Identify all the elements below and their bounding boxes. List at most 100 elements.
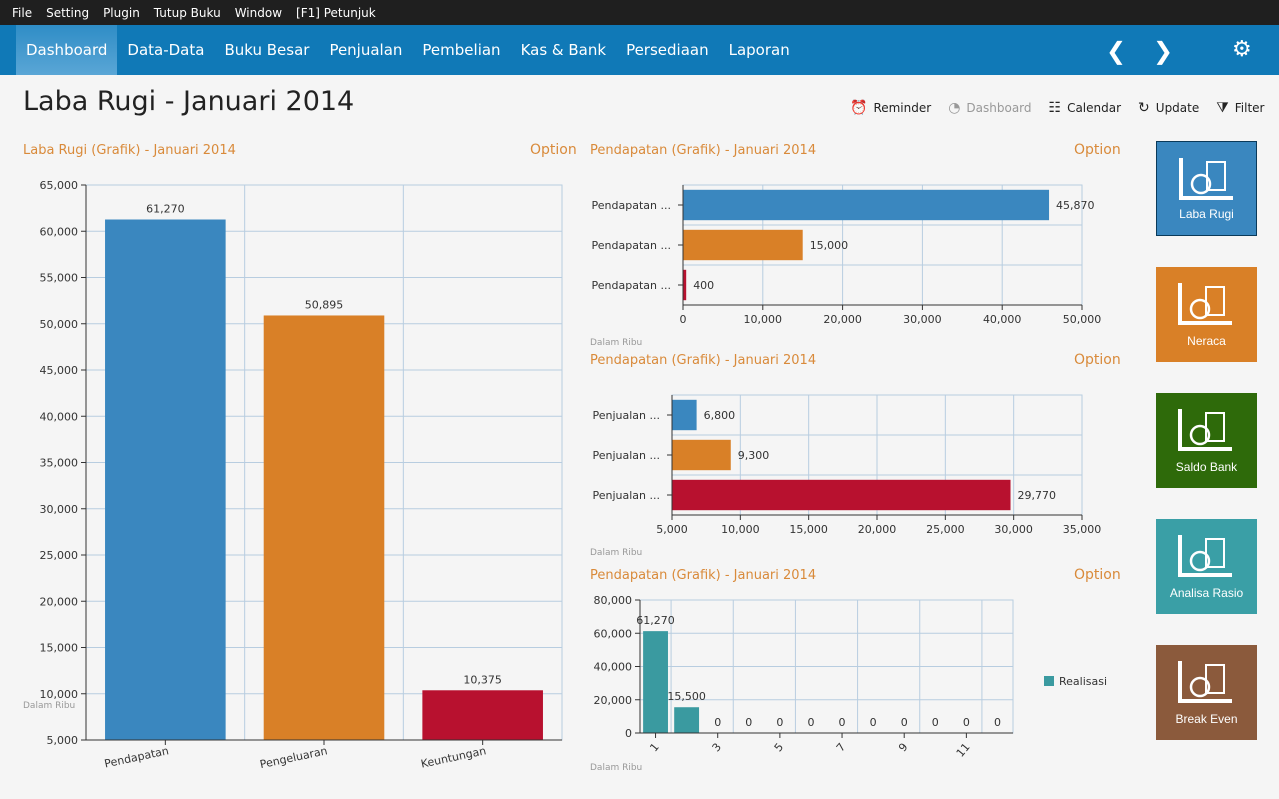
tab-buku-besar[interactable]: Buku Besar bbox=[214, 25, 319, 75]
bar bbox=[672, 479, 1011, 511]
x-tick-label: 25,000 bbox=[926, 523, 965, 536]
plot-area bbox=[682, 184, 1083, 306]
tile-saldo-bank[interactable]: Saldo Bank bbox=[1156, 393, 1257, 488]
y-tick-label: 40,000 bbox=[40, 410, 79, 423]
plot-area bbox=[639, 599, 1014, 734]
tile-analisa-rasio[interactable]: Analisa Rasio bbox=[1156, 519, 1257, 614]
data-label: 0 bbox=[714, 716, 721, 729]
calendar-icon: ☷ bbox=[1048, 100, 1062, 116]
data-label: 10,375 bbox=[463, 673, 502, 686]
dashboard-button[interactable]: ◔ Dashboard bbox=[948, 100, 1031, 116]
y-tick-label: 10,000 bbox=[40, 688, 79, 701]
tile-label: Break Even bbox=[1175, 712, 1238, 726]
data-label: 0 bbox=[807, 716, 814, 729]
bar bbox=[674, 707, 700, 733]
main-nav: Dashboard Data-Data Buku Besar Penjualan Pem… bbox=[0, 25, 1279, 75]
data-label: 0 bbox=[839, 716, 846, 729]
tab-pembelian[interactable]: Pembelian bbox=[412, 25, 510, 75]
data-label: 0 bbox=[870, 716, 877, 729]
y-tick-label: Pendapatan ... bbox=[592, 199, 671, 212]
y-tick-label: Penjualan ... bbox=[592, 409, 660, 422]
y-tick-label: 55,000 bbox=[40, 272, 79, 285]
data-label: 0 bbox=[901, 716, 908, 729]
data-label: 0 bbox=[932, 716, 939, 729]
x-tick-label: 30,000 bbox=[994, 523, 1033, 536]
y-tick-label: 60,000 bbox=[40, 225, 79, 238]
x-tick-label: 5 bbox=[772, 741, 786, 755]
tab-dashboard[interactable]: Dashboard bbox=[16, 25, 118, 75]
unit-label: Dalam Ribu bbox=[23, 701, 76, 711]
y-tick-label: Pendapatan ... bbox=[592, 279, 671, 292]
charts: 5,00010,00015,00020,00025,00030,00035,00… bbox=[40, 179, 1108, 771]
toolbar-label: Dashboard bbox=[966, 101, 1032, 115]
x-tick-label: Keuntungan bbox=[420, 744, 488, 771]
y-tick-label: 65,000 bbox=[40, 179, 79, 192]
option-link[interactable]: Option bbox=[1074, 352, 1121, 368]
data-label: 0 bbox=[745, 716, 752, 729]
refresh-icon: ↻ bbox=[1138, 100, 1150, 116]
chart-title-laba-rugi: Laba Rugi (Grafik) - Januari 2014 bbox=[23, 143, 236, 158]
menu-setting[interactable]: Setting bbox=[46, 6, 89, 20]
y-tick-label: 0 bbox=[625, 727, 632, 740]
menu-window[interactable]: Window bbox=[235, 6, 282, 20]
y-tick-label: 20,000 bbox=[594, 694, 633, 707]
tab-kas-bank[interactable]: Kas & Bank bbox=[511, 25, 617, 75]
chevron-right-icon[interactable]: ❯ bbox=[1153, 37, 1173, 65]
chart-money-icon bbox=[1179, 158, 1233, 200]
menu-file[interactable]: File bbox=[12, 6, 32, 20]
dashboard-icon: ◔ bbox=[948, 100, 961, 116]
x-tick-label: 15,000 bbox=[789, 523, 828, 536]
bar bbox=[683, 229, 803, 261]
menu-plugin[interactable]: Plugin bbox=[103, 6, 140, 20]
tile-label: Laba Rugi bbox=[1179, 207, 1234, 221]
option-link[interactable]: Option bbox=[1074, 142, 1121, 158]
y-tick-label: Penjualan ... bbox=[592, 449, 660, 462]
tile-laba-rugi[interactable]: Laba Rugi bbox=[1156, 141, 1257, 236]
plot-area bbox=[671, 394, 1083, 516]
reminder-button[interactable]: ⏰ Reminder bbox=[850, 100, 931, 116]
x-tick-label: 11 bbox=[954, 741, 973, 760]
menu-bar: File Setting Plugin Tutup Buku Window [F1] Pe… bbox=[0, 0, 1279, 25]
bar bbox=[643, 631, 668, 733]
option-link[interactable]: Option bbox=[1074, 567, 1121, 583]
data-label: 0 bbox=[963, 716, 970, 729]
toolbar-label: Reminder bbox=[873, 101, 932, 115]
gear-icon[interactable]: ⚙ bbox=[1232, 37, 1252, 62]
tab-laporan[interactable]: Laporan bbox=[719, 25, 800, 75]
alarm-clock-icon: ⏰ bbox=[850, 100, 868, 116]
chart-title-pendapatan: Pendapatan (Grafik) - Januari 2014 bbox=[590, 143, 817, 158]
tile-break-even[interactable]: Break Even bbox=[1156, 645, 1257, 740]
tab-penjualan[interactable]: Penjualan bbox=[319, 25, 412, 75]
menu--f1-petunjuk[interactable]: [F1] Petunjuk bbox=[296, 6, 376, 20]
x-tick-label: 9 bbox=[896, 741, 910, 755]
data-label: 29,770 bbox=[1018, 489, 1057, 502]
toolbar-label: Calendar bbox=[1067, 101, 1122, 115]
bar bbox=[422, 690, 543, 740]
option-link[interactable]: Option bbox=[530, 142, 577, 158]
x-tick-label: 35,000 bbox=[1063, 523, 1102, 536]
tab-data-data[interactable]: Data-Data bbox=[117, 25, 214, 75]
break-even-icon bbox=[1178, 661, 1232, 703]
x-tick-label: 10,000 bbox=[721, 523, 760, 536]
tile-neraca[interactable]: Neraca bbox=[1156, 267, 1257, 362]
tab-persediaan[interactable]: Persediaan bbox=[616, 25, 719, 75]
menu-tutup-buku[interactable]: Tutup Buku bbox=[154, 6, 221, 20]
calendar-button[interactable]: ☷ Calendar bbox=[1049, 100, 1122, 116]
y-tick-label: 35,000 bbox=[40, 457, 79, 470]
chevron-left-icon[interactable]: ❮ bbox=[1106, 37, 1126, 65]
page-title: Laba Rugi - Januari 2014 bbox=[23, 86, 355, 117]
y-tick-label: 25,000 bbox=[40, 549, 79, 562]
bank-icon bbox=[1178, 283, 1232, 325]
update-button[interactable]: ↻ Update bbox=[1138, 100, 1199, 116]
bar bbox=[105, 219, 226, 740]
y-tick-label: 80,000 bbox=[594, 594, 633, 607]
legend-swatch bbox=[1044, 676, 1054, 686]
data-label: 45,870 bbox=[1056, 199, 1095, 212]
bar bbox=[683, 189, 1050, 221]
data-label: 0 bbox=[994, 716, 1001, 729]
toolbar-label: Filter bbox=[1234, 101, 1265, 115]
filter-button[interactable]: ⧩ Filter bbox=[1216, 100, 1264, 116]
y-tick-label: 30,000 bbox=[40, 503, 79, 516]
legend-label: Realisasi bbox=[1059, 675, 1107, 688]
unit-label: Dalam Ribu bbox=[590, 338, 643, 348]
